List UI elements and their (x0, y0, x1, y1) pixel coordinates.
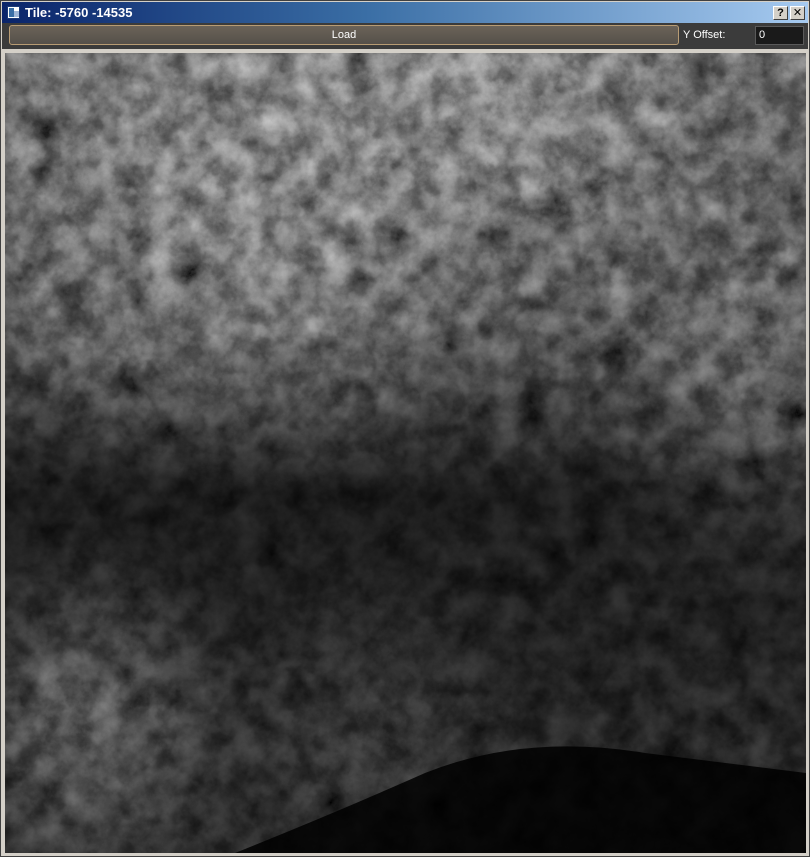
app-window-icon (7, 6, 20, 19)
heightmap-image (5, 53, 806, 853)
toolbar: Load Y Offset: 0 (2, 23, 808, 49)
close-button[interactable]: ✕ (790, 6, 805, 20)
load-button[interactable]: Load (9, 25, 679, 45)
close-icon: ✕ (792, 7, 803, 19)
window-title: Tile: -5760 -14535 (25, 5, 133, 20)
question-mark-icon: ? (777, 7, 784, 19)
title-bar[interactable]: Tile: -5760 -14535 ? ✕ (2, 2, 808, 23)
y-offset-input[interactable]: 0 (755, 26, 804, 45)
heightmap-view[interactable] (5, 53, 806, 853)
main-window: Tile: -5760 -14535 ? ✕ Load Y Offset: 0 (0, 0, 810, 857)
y-offset-label: Y Offset: (683, 29, 726, 41)
help-button[interactable]: ? (773, 6, 788, 20)
